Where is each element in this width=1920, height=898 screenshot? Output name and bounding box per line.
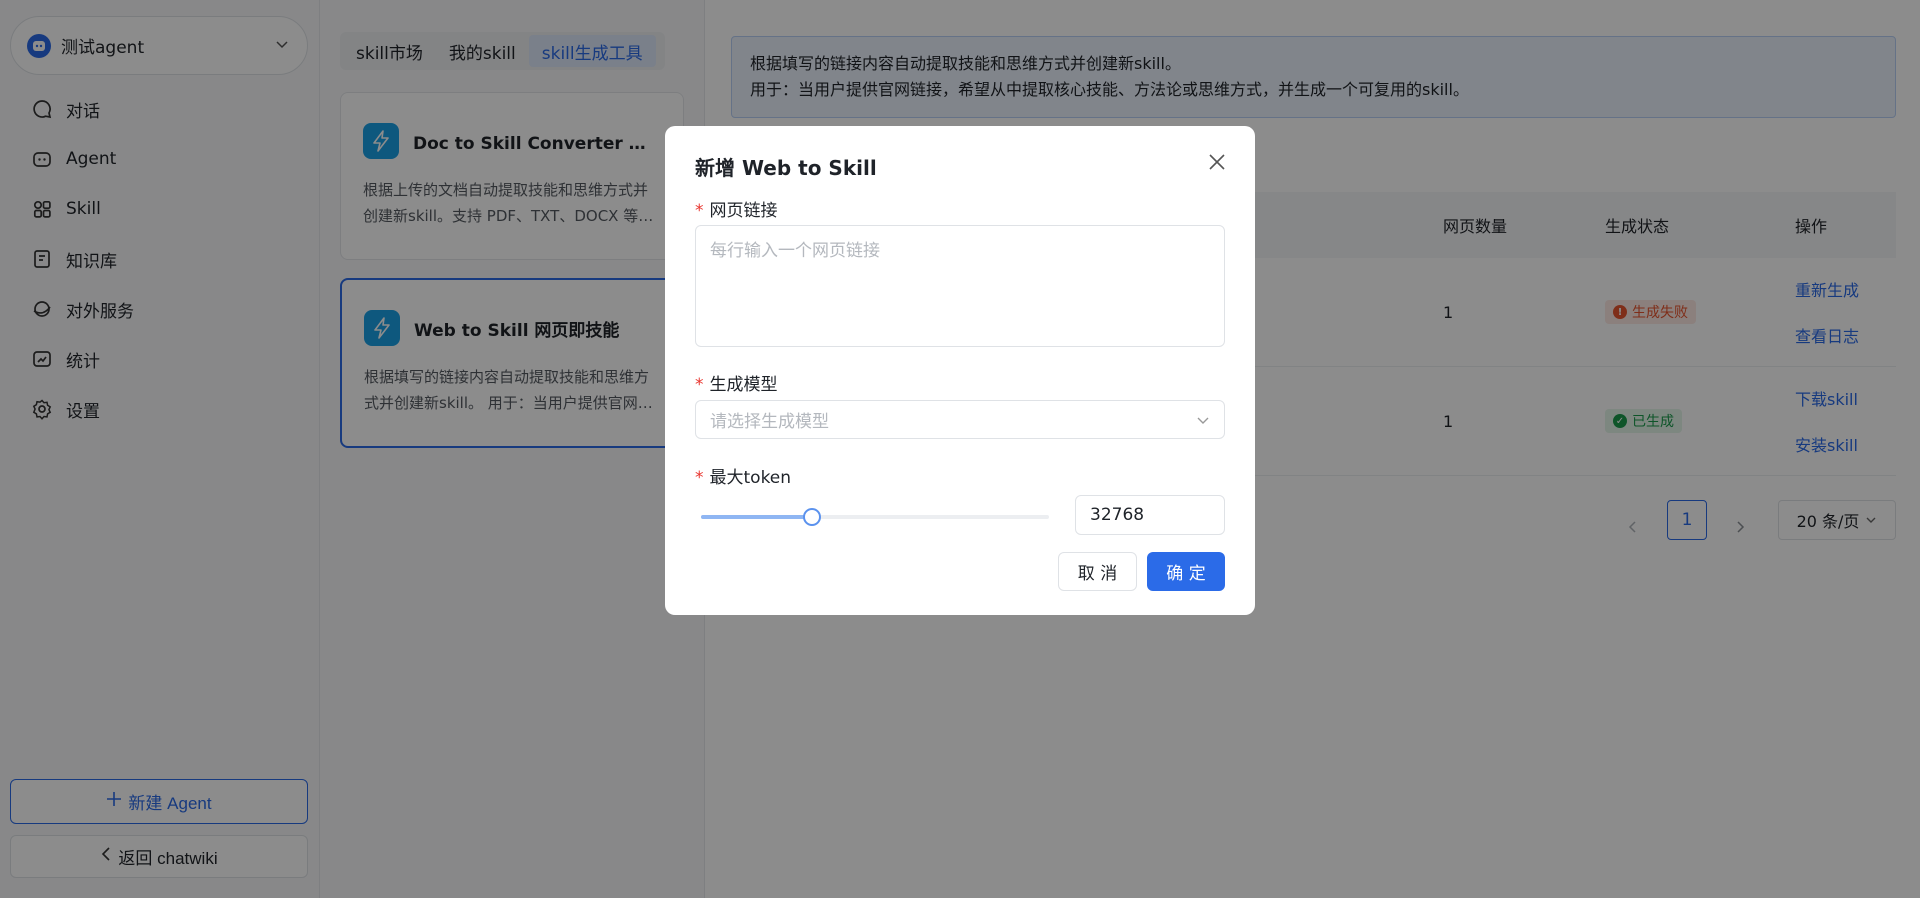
confirm-button[interactable]: 确 定 [1147, 552, 1225, 591]
url-label: * 网页链接 [695, 201, 778, 221]
modal-title: 新增 Web to Skill [695, 156, 877, 180]
add-web-to-skill-modal: 新增 Web to Skill *网页链接 *生成模型 请选择生成模型 *最大t… [665, 126, 1255, 615]
token-label: * 最大token [695, 468, 792, 488]
cancel-button[interactable]: 取 消 [1058, 552, 1137, 591]
model-select[interactable]: 请选择生成模型 [695, 400, 1225, 439]
slider-handle[interactable] [803, 508, 822, 526]
close-icon[interactable] [1205, 150, 1229, 174]
model-label: * 生成模型 [695, 375, 778, 395]
token-slider[interactable] [701, 507, 1049, 527]
url-textarea[interactable] [695, 225, 1225, 347]
chevron-down-icon [1196, 413, 1210, 427]
token-input[interactable] [1075, 495, 1225, 535]
slider-fill [701, 515, 813, 519]
